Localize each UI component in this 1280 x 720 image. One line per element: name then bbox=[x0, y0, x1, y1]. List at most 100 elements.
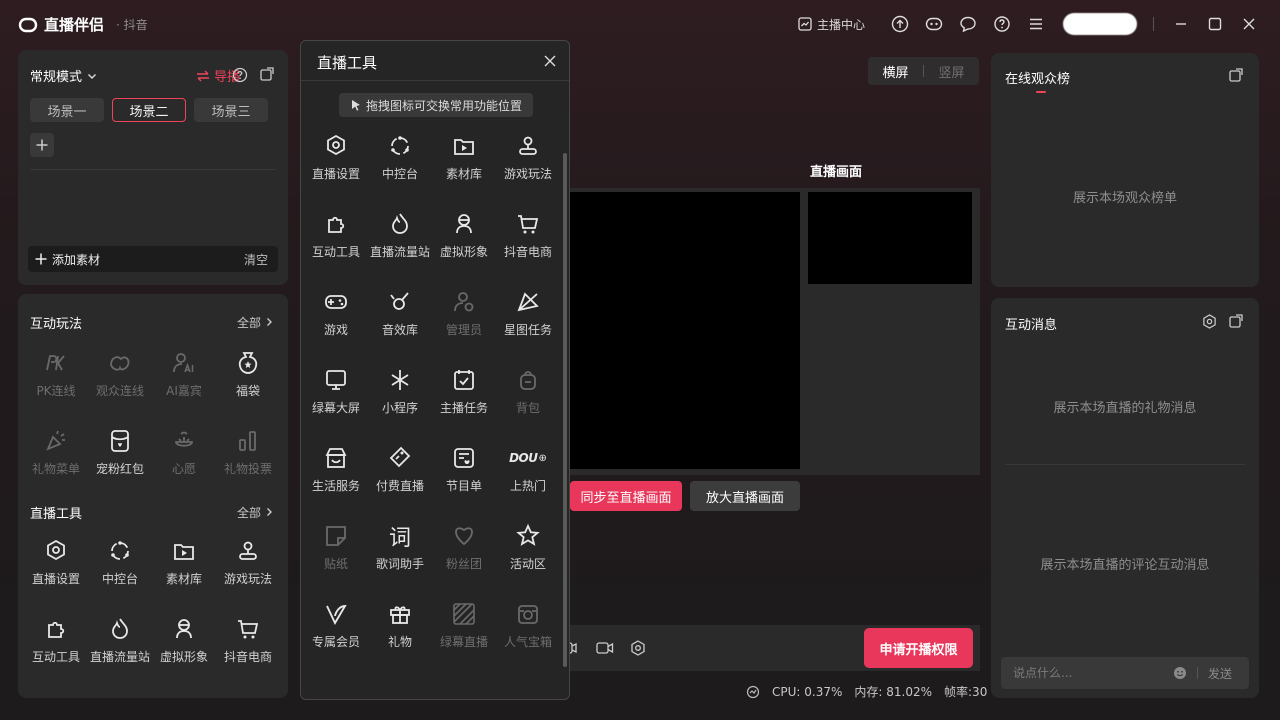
control-center-icon bbox=[387, 133, 413, 159]
close-icon[interactable] bbox=[543, 54, 557, 68]
clear-button[interactable]: 清空 bbox=[244, 251, 268, 268]
popout-icon[interactable] bbox=[1229, 68, 1243, 82]
robot-icon bbox=[925, 17, 943, 31]
tool-item[interactable]: 素材库 bbox=[152, 530, 216, 608]
tool-item[interactable]: 贴纸 bbox=[304, 515, 368, 593]
tool-item[interactable]: 抖音电商 bbox=[496, 203, 560, 281]
switch-arrows-icon bbox=[196, 70, 209, 81]
interactive-all-link[interactable]: 全部 bbox=[237, 314, 274, 331]
add-scene-button[interactable] bbox=[30, 133, 54, 157]
tool-item[interactable]: DOU ⊕ 上热门 bbox=[496, 437, 560, 515]
tool-item[interactable]: 互动工具 bbox=[24, 608, 88, 686]
live-center-button[interactable]: 主播中心 bbox=[798, 12, 865, 36]
upload-button[interactable] bbox=[883, 12, 917, 36]
tool-item[interactable]: 活动区 bbox=[496, 515, 560, 593]
tool-item[interactable]: 游戏玩法 bbox=[496, 125, 560, 203]
popout-icon[interactable] bbox=[1229, 314, 1243, 328]
camera-icon[interactable] bbox=[596, 640, 614, 656]
tool-item[interactable]: 人气宝箱 bbox=[496, 593, 560, 671]
tool-item[interactable]: 宠粉红包 bbox=[88, 420, 152, 498]
menu-button[interactable] bbox=[1019, 12, 1053, 36]
tool-item[interactable]: 虚拟形象 bbox=[152, 608, 216, 686]
tool-item[interactable]: 礼物菜单 bbox=[24, 420, 88, 498]
tool-item[interactable]: 节目单 bbox=[432, 437, 496, 515]
tool-item[interactable]: 主播任务 bbox=[432, 359, 496, 437]
preview-canvas-live[interactable] bbox=[808, 192, 972, 284]
scene-tab-2[interactable]: 场景二 bbox=[112, 98, 186, 122]
tool-item[interactable]: 音效库 bbox=[368, 281, 432, 359]
apply-live-permission-button[interactable]: 申请开播权限 bbox=[864, 628, 973, 668]
material-library-icon bbox=[451, 133, 477, 159]
tool-item[interactable]: 管理员 bbox=[432, 281, 496, 359]
preview-canvas-main[interactable] bbox=[570, 192, 800, 469]
tool-item[interactable]: 小程序 bbox=[368, 359, 432, 437]
tool-item[interactable]: 绿幕大屏 bbox=[304, 359, 368, 437]
sound-effects-icon bbox=[387, 289, 413, 315]
user-avatar[interactable] bbox=[1063, 13, 1137, 35]
tool-item[interactable]: 直播流量站 bbox=[368, 203, 432, 281]
material-bar: 添加素材 清空 bbox=[28, 246, 278, 272]
popup-tool-grid: 直播设置 中控台 素材库 游戏玩法互动工具 直播流量站 虚拟形象 抖音电商游戏 音效库 管理员 星… bbox=[304, 125, 560, 671]
tool-item[interactable]: 素材库 bbox=[432, 125, 496, 203]
interactive-grid: PK连线 观众连线 AI嘉宾 福袋礼物菜单 宠粉红包 心愿 礼物投票 bbox=[24, 342, 280, 498]
settings-gear-icon[interactable] bbox=[630, 640, 646, 656]
tool-item-label: 直播设置 bbox=[31, 572, 80, 586]
interaction-messages-panel: 互动消息 展示本场直播的礼物消息 展示本场直播的评论互动消息 发送 bbox=[991, 298, 1259, 698]
tool-item[interactable]: 游戏 bbox=[304, 281, 368, 359]
tool-item[interactable]: 背包 bbox=[496, 359, 560, 437]
tool-item[interactable]: 观众连线 bbox=[88, 342, 152, 420]
green-screen-live-icon bbox=[451, 601, 477, 627]
comment-input[interactable] bbox=[1013, 666, 1163, 680]
tool-item[interactable]: 抖音电商 bbox=[216, 608, 280, 686]
add-material-button[interactable]: 添加素材 bbox=[34, 251, 100, 268]
tool-item[interactable]: 生活服务 bbox=[304, 437, 368, 515]
guide-help-icon[interactable] bbox=[232, 67, 248, 83]
tool-item[interactable]: 心愿 bbox=[152, 420, 216, 498]
tool-item-label: 互动工具 bbox=[311, 245, 360, 259]
help-button[interactable] bbox=[985, 12, 1019, 36]
tool-item[interactable]: 星图任务 bbox=[496, 281, 560, 359]
minimize-button[interactable] bbox=[1164, 12, 1198, 36]
tool-item[interactable]: 虚拟形象 bbox=[432, 203, 496, 281]
robot-button[interactable] bbox=[917, 12, 951, 36]
tool-item[interactable]: AI嘉宾 bbox=[152, 342, 216, 420]
tool-item[interactable]: 中控台 bbox=[368, 125, 432, 203]
close-window-button[interactable] bbox=[1232, 12, 1266, 36]
tool-item[interactable]: 游戏玩法 bbox=[216, 530, 280, 608]
tool-item[interactable]: 付费直播 bbox=[368, 437, 432, 515]
tool-item[interactable]: 直播设置 bbox=[304, 125, 368, 203]
tools-all-link[interactable]: 全部 bbox=[237, 504, 274, 521]
tool-item[interactable]: 礼物 bbox=[368, 593, 432, 671]
emoji-icon[interactable] bbox=[1173, 666, 1187, 680]
popup-scrollbar[interactable] bbox=[563, 153, 567, 667]
tool-item[interactable]: 词歌词助手 bbox=[368, 515, 432, 593]
send-button[interactable]: 发送 bbox=[1208, 665, 1232, 682]
live-settings-icon bbox=[43, 538, 69, 564]
tool-item[interactable]: 直播设置 bbox=[24, 530, 88, 608]
tool-item[interactable]: 粉丝团 bbox=[432, 515, 496, 593]
platform-label: · 抖音 bbox=[116, 18, 148, 32]
tool-item[interactable]: 福袋 bbox=[216, 342, 280, 420]
tool-item[interactable]: 绿幕直播 bbox=[432, 593, 496, 671]
mini-program-icon bbox=[387, 367, 413, 393]
tool-item[interactable]: 直播流量站 bbox=[88, 608, 152, 686]
tool-item[interactable]: 专属会员 bbox=[304, 593, 368, 671]
scene-tab-1[interactable]: 场景一 bbox=[30, 98, 104, 122]
tool-item[interactable]: 礼物投票 bbox=[216, 420, 280, 498]
landscape-tab[interactable]: 横屏 bbox=[868, 62, 923, 81]
maximize-button[interactable] bbox=[1198, 12, 1232, 36]
chat-button[interactable] bbox=[951, 12, 985, 36]
tool-item[interactable]: 互动工具 bbox=[304, 203, 368, 281]
fan-club-icon bbox=[451, 523, 477, 549]
mode-selector[interactable]: 常规模式 bbox=[30, 66, 98, 85]
scene-tab-3[interactable]: 场景三 bbox=[194, 98, 268, 122]
tool-item[interactable]: 中控台 bbox=[88, 530, 152, 608]
popout-icon[interactable] bbox=[260, 67, 274, 81]
tool-item-label: 生活服务 bbox=[311, 479, 360, 493]
portrait-tab[interactable]: 竖屏 bbox=[924, 62, 979, 81]
settings-gear-icon[interactable] bbox=[1202, 314, 1217, 329]
tool-item[interactable]: PK连线 bbox=[24, 342, 88, 420]
enlarge-preview-button[interactable]: 放大直播画面 bbox=[690, 481, 800, 511]
tool-item-label: 游戏 bbox=[323, 323, 348, 337]
sync-to-live-button[interactable]: 同步至直播画面 bbox=[570, 481, 682, 511]
